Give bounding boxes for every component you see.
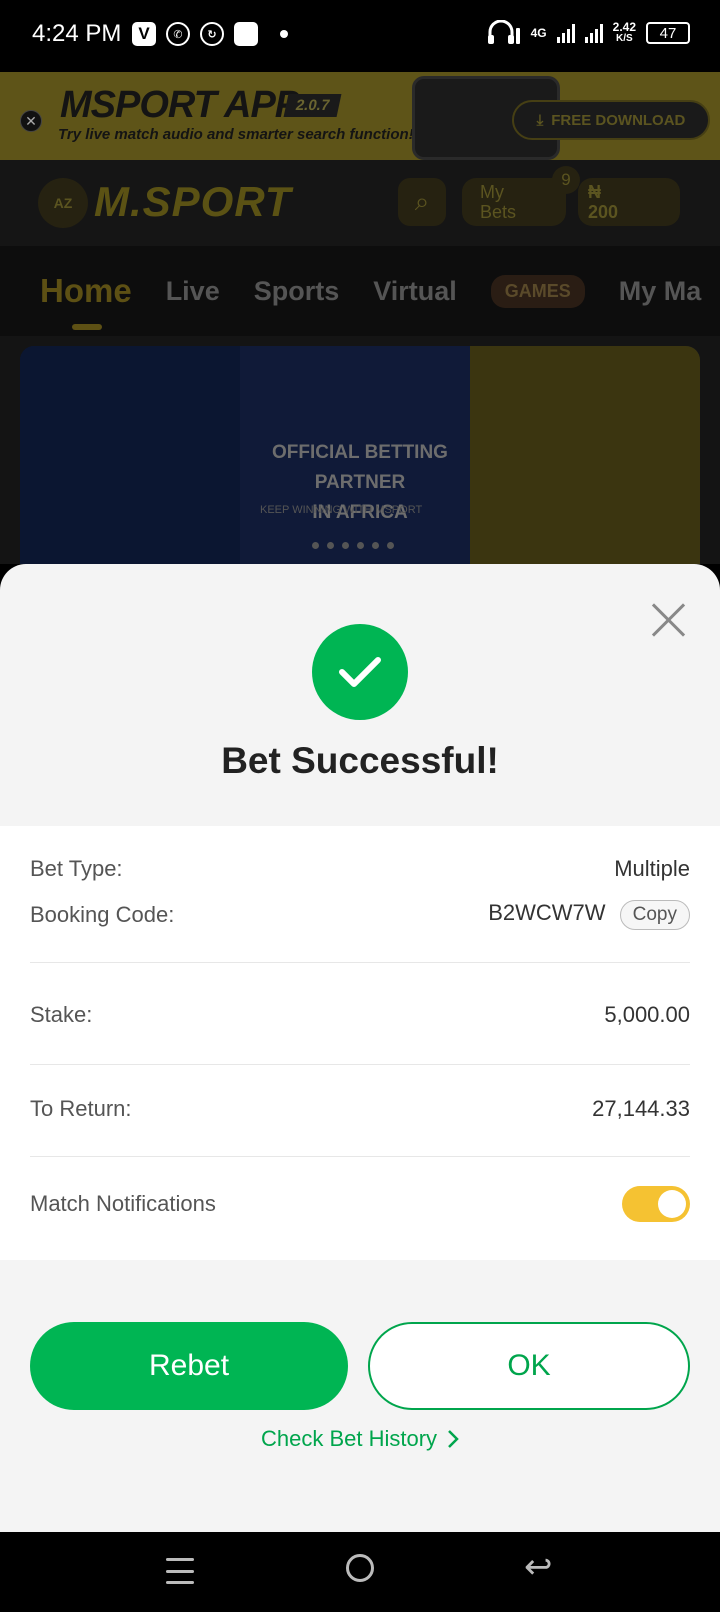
network-type: 4G xyxy=(530,26,547,40)
bet-type-label: Bet Type: xyxy=(30,856,123,881)
balance-amount: 200 xyxy=(588,202,619,222)
bet-success-sheet: Bet Successful! Bet Type: Multiple Booki… xyxy=(0,564,720,1534)
divider xyxy=(30,962,690,963)
chevron-right-icon xyxy=(448,1430,459,1448)
check-bet-history-label: Check Bet History xyxy=(260,1426,438,1451)
divider xyxy=(30,1156,690,1157)
tab-live[interactable]: Live xyxy=(166,276,220,307)
success-check-icon xyxy=(312,624,408,720)
copy-button[interactable]: Copy xyxy=(619,900,690,930)
v-app-icon: V xyxy=(132,22,156,46)
promo-subtitle: Try live match audio and smarter search … xyxy=(58,126,414,143)
success-title: Bet Successful! xyxy=(221,740,499,781)
search-icon: ⌕ xyxy=(414,186,430,216)
net-speed-unit: K/S xyxy=(615,33,633,44)
back-icon[interactable]: ↩ xyxy=(524,1550,553,1584)
booking-code-row: Booking Code: B2WCW7W Copy xyxy=(30,900,690,930)
banner-tagline: KEEP WINNING WITH MSPORT xyxy=(260,504,423,516)
msport-logo: M.SPORT xyxy=(94,178,292,225)
rebet-button[interactable]: Rebet xyxy=(30,1322,348,1410)
stake-label: Stake: xyxy=(30,1002,93,1027)
booking-code-label: Booking Code: xyxy=(30,902,175,927)
booking-code-value: B2WCW7W xyxy=(488,900,606,925)
bet-type-value: Multiple xyxy=(614,856,690,881)
tab-virtual[interactable]: Virtual xyxy=(373,276,457,307)
status-bar: 4:24 PM V ✆ ↻ 4G 2.42 K/S 47 xyxy=(0,0,720,72)
tab-home[interactable]: Home xyxy=(40,272,132,330)
tab-my-matches[interactable]: My Ma xyxy=(619,276,702,307)
battery-level: 47 xyxy=(659,24,677,42)
search-button[interactable]: ⌕ xyxy=(398,178,446,226)
match-notifications-toggle[interactable] xyxy=(622,1186,690,1222)
headphones-icon xyxy=(487,20,520,44)
match-notifications-row: Match Notifications xyxy=(30,1186,690,1222)
notification-icons: V ✆ ↻ xyxy=(132,22,288,46)
recent-apps-icon[interactable] xyxy=(166,1558,194,1584)
free-download-button[interactable]: ⤓ FREE DOWNLOAD xyxy=(512,100,710,140)
currency-symbol: ₦ xyxy=(588,182,601,202)
app-square-icon xyxy=(234,22,258,46)
banner-title-line1: OFFICIAL BETTING PARTNER xyxy=(272,442,448,493)
system-nav-bar: ↩ xyxy=(0,1532,720,1612)
to-return-row: To Return: 27,144.33 xyxy=(30,1096,690,1122)
divider xyxy=(30,1064,690,1065)
to-return-value: 27,144.33 xyxy=(592,1096,690,1121)
net-speed: 2.42 K/S xyxy=(613,21,636,45)
download-icon: ⤓ xyxy=(536,111,544,129)
app-background: ✕ MSPORT APP 2.0.7 Try live match audio … xyxy=(0,72,720,564)
tab-games[interactable]: GAMES xyxy=(490,274,585,308)
balance-button[interactable]: ₦ 200 xyxy=(578,178,680,226)
my-bets-button[interactable]: My Bets xyxy=(462,178,566,226)
close-icon[interactable] xyxy=(648,600,688,640)
more-notifications-icon xyxy=(280,30,288,38)
hero-banner[interactable]: OFFICIAL BETTING PARTNER IN AFRICA KEEP … xyxy=(20,346,700,564)
sync-icon: ↻ xyxy=(200,22,224,46)
main-tabs: Home Live Sports Virtual GAMES My Ma xyxy=(0,246,720,336)
app-header: AZ M.SPORT ⌕ My Bets 9 ₦ 200 xyxy=(0,160,720,246)
bet-details: Bet Type: Multiple Booking Code: B2WCW7W… xyxy=(0,826,720,1260)
net-speed-value: 2.42 xyxy=(612,20,636,34)
az-sports-icon[interactable]: AZ xyxy=(38,178,88,228)
signal-icon-2 xyxy=(584,23,603,43)
tab-sports[interactable]: Sports xyxy=(254,276,340,307)
dortmund-players-image xyxy=(470,346,700,564)
battery-icon: 47 xyxy=(646,22,690,44)
signal-icon xyxy=(556,23,575,43)
my-bets-count-badge: 9 xyxy=(552,166,580,194)
promo-title: MSPORT APP xyxy=(60,84,300,126)
match-notifications-label: Match Notifications xyxy=(30,1191,216,1216)
check-bet-history-link[interactable]: Check Bet History xyxy=(0,1426,720,1452)
system-icons: 4G 2.42 K/S 47 xyxy=(487,20,690,46)
status-time: 4:24 PM xyxy=(32,20,122,47)
stake-row: Stake: 5,000.00 xyxy=(30,1002,690,1028)
my-bets-label-2: Bets xyxy=(480,202,517,222)
stake-value: 5,000.00 xyxy=(604,1002,690,1027)
to-return-label: To Return: xyxy=(30,1096,132,1121)
promo-version: 2.0.7 xyxy=(283,94,342,117)
free-download-label: FREE DOWNLOAD xyxy=(551,111,686,129)
promo-close-icon[interactable]: ✕ xyxy=(20,110,42,132)
bet-type-row: Bet Type: Multiple xyxy=(30,856,690,882)
ok-button[interactable]: OK xyxy=(368,1322,690,1410)
whatsapp-icon: ✆ xyxy=(166,22,190,46)
home-icon[interactable] xyxy=(346,1554,374,1582)
banner-pagination[interactable] xyxy=(312,542,394,549)
chelsea-players-image xyxy=(20,346,240,564)
promo-banner[interactable]: ✕ MSPORT APP 2.0.7 Try live match audio … xyxy=(0,72,720,160)
